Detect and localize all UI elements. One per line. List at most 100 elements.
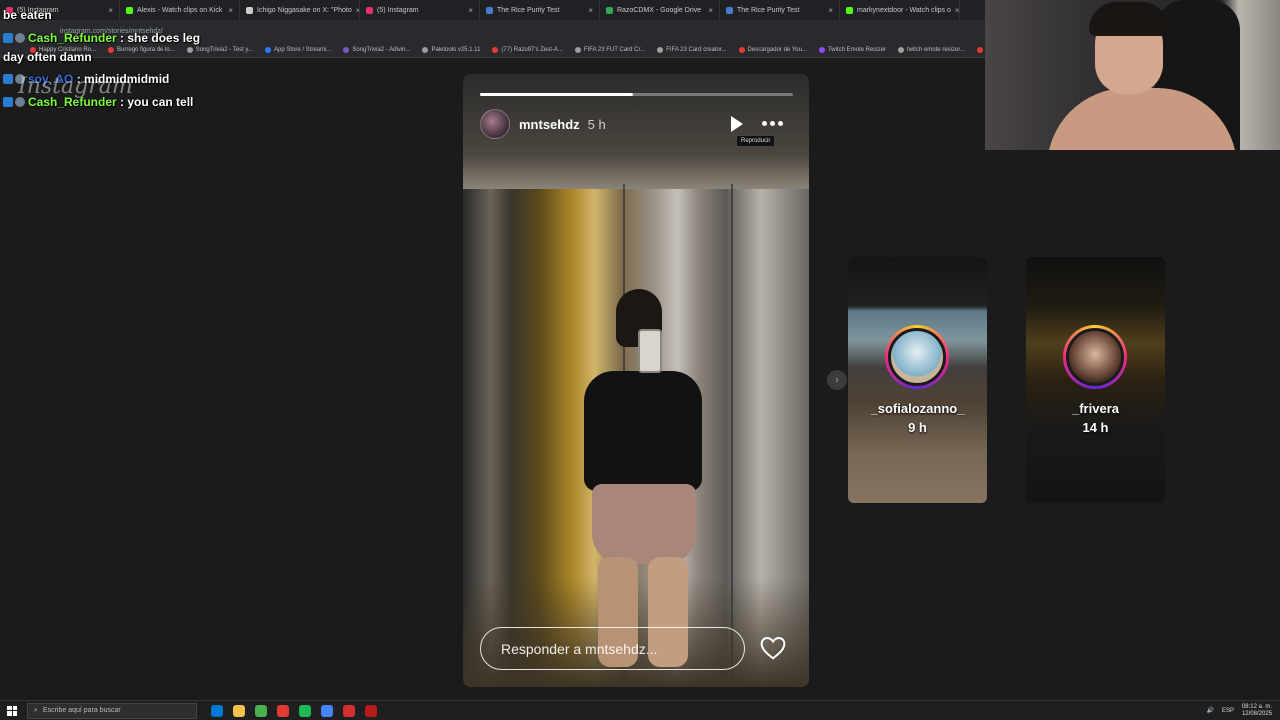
story-username[interactable]: mntsehdz [519,117,580,132]
tab-title: Ichigo Niggasake on X: "Photo [257,6,352,14]
bookmark-label: twitch emote resizer... [906,46,965,53]
taskbar-app-icon[interactable] [343,704,355,717]
bookmark-item[interactable]: Paletools v25.1.11 [422,46,480,53]
chat-badge-icon [3,97,13,107]
story-ring-avatar [1063,325,1127,389]
reply-input[interactable]: Responder a mntsehdz... [480,627,745,670]
browser-tab[interactable]: RazoCDMX - Google Drive × [600,0,720,20]
chat-badge-icon [15,33,25,43]
bookmark-label: SongTrivia2 - Adivin... [352,46,411,53]
bookmark-label: Descargador de You... [747,46,807,53]
close-icon[interactable]: × [108,6,113,15]
bookmark-favicon-icon [186,46,193,53]
story-viewer[interactable]: mntsehdz 5 h Reproducir Responder a mnts… [463,74,809,687]
windows-taskbar: ⌕ Escribe aquí para buscar 🔊 ESP 08:12 a… [0,700,1280,720]
close-icon[interactable]: × [588,6,593,15]
close-icon[interactable]: × [955,6,959,15]
subject-phone [638,329,662,373]
windows-start-icon[interactable] [7,705,17,716]
taskbar-app-icon[interactable] [299,704,311,717]
close-icon[interactable]: × [828,6,833,15]
chat-fragment: be eaten [3,8,52,22]
taskbar-app-icon[interactable] [365,704,377,717]
play-tooltip: Reproducir [736,135,776,147]
next-story-card[interactable]: _sofialozanno_ 9 h [848,257,987,503]
close-icon[interactable]: × [468,6,473,15]
taskbar-app-icon[interactable] [233,704,245,717]
story-user-avatar[interactable] [480,109,510,139]
browser-tab[interactable]: Ichigo Niggasake on X: "Photo × [240,0,360,20]
bookmark-label: FIFA 23 FUT Card Cr... [583,46,646,53]
bookmark-item[interactable]: FIFA 23 FUT Card Cr... [574,46,646,53]
bookmark-label: Burrego figura de lo... [117,46,175,53]
language-indicator[interactable]: ESP [1222,708,1234,714]
bookmark-label: (77) Razo97's Zest-A... [501,46,563,53]
tab-favicon-icon [246,6,253,14]
browser-tab[interactable]: (5) Instagram × [360,0,480,20]
bookmark-item[interactable]: Descargador de You... [738,46,807,53]
bookmark-item[interactable]: Burrego figura de lo... [108,46,175,53]
streamer-hair [1089,2,1169,36]
tab-title: Alexis - Watch clips on Kick [137,6,223,14]
search-icon: ⌕ [34,706,38,714]
tab-favicon-icon [606,6,613,14]
browser-tab-bar: (5) Instagram × Alexis - Watch clips on Ki… [0,0,985,20]
story-photo-subject [578,289,708,669]
bookmark-label: Twitch Emote Resizer [827,46,886,53]
clock-date: 12/08/2025 [1241,710,1272,717]
bookmark-item[interactable]: Twitch Emote Resizer [818,46,886,53]
bookmark-item[interactable]: SongTrivia2 - Test y... [186,46,253,53]
bookmark-favicon-icon [818,46,825,53]
bookmark-favicon-icon [422,46,429,53]
chat-fragment: day often damn [3,50,92,64]
like-heart-icon[interactable] [760,636,786,660]
bookmark-item[interactable]: App Store / Streami... [264,46,331,53]
reply-placeholder: Responder a mntsehdz... [501,640,658,657]
bookmark-item[interactable]: (77) Razo97's Zest-A... [492,46,563,53]
story-card-username: _frivera [1072,401,1119,416]
tab-favicon-icon [126,6,133,14]
taskbar-app-icon[interactable] [321,704,333,717]
browser-tab[interactable]: The Rice Purity Test × [480,0,600,20]
bookmark-favicon-icon [657,46,664,53]
volume-icon[interactable]: 🔊 [1206,707,1213,714]
clock-time: 08:12 a. m. [1241,703,1272,710]
taskbar-search-input[interactable]: ⌕ Escribe aquí para buscar [27,702,197,719]
taskbar-pinned-apps [211,704,377,717]
system-tray: 🔊 ESP 08:12 a. m. 12/08/2025 [1206,704,1280,718]
bookmark-item[interactable]: twitch emote resizer... [897,46,965,53]
clock[interactable]: 08:12 a. m. 12/08/2025 [1242,704,1272,718]
taskbar-app-icon[interactable] [211,704,223,717]
tab-favicon-icon [726,6,733,14]
bookmark-favicon-icon [977,46,983,53]
taskbar-app-icon[interactable] [255,704,267,717]
tab-title: (5) Instagram [377,6,419,14]
streamer-webcam [985,0,1280,150]
more-options-icon[interactable] [762,121,783,126]
chat-username: Cash_Refunder [28,31,117,45]
taskbar-search-placeholder: Escribe aquí para buscar [42,707,121,714]
bookmark-item[interactable]: FIFA 23 Card creator... [657,46,727,53]
instagram-logo-watermark: Instagram [18,74,133,99]
bookmark-favicon-icon [108,46,115,53]
story-progress-bar [480,93,793,96]
tab-favicon-icon [846,6,853,14]
bookmark-favicon-icon [343,46,350,53]
chevron-right-icon[interactable]: › [827,370,847,390]
browser-tab[interactable]: Alexis - Watch clips on Kick × [120,0,240,20]
close-icon[interactable]: × [708,6,713,15]
tab-title: markynextdoor - Watch clips o [857,6,951,14]
story-ring-avatar [885,325,949,389]
subject-shirt [584,371,702,491]
bookmark-item[interactable]: Estadio Pri... [977,46,985,53]
browser-tab[interactable]: The Rice Purity Test × [720,0,840,20]
browser-tab[interactable]: markynextdoor - Watch clips o × [840,0,960,20]
close-icon[interactable]: × [228,6,233,15]
story-card-time: 14 h [1082,420,1109,435]
bookmark-item[interactable]: SongTrivia2 - Adivin... [343,46,411,53]
tab-favicon-icon [486,6,493,14]
next-story-card[interactable]: _frivera 14 h [1026,257,1165,503]
story-card-username: _sofialozanno_ [870,401,965,416]
taskbar-app-icon[interactable] [277,704,289,717]
play-icon[interactable] [731,116,743,132]
